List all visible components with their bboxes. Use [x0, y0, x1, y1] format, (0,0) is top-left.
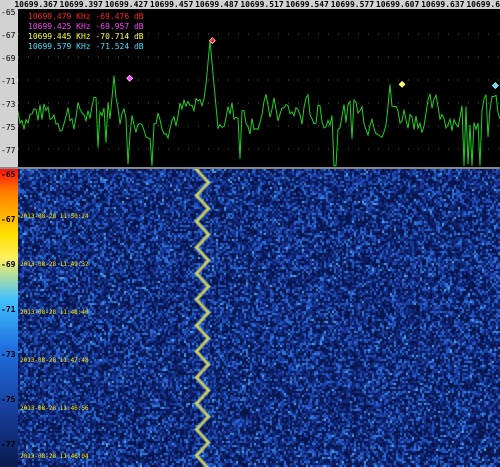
- waterfall-scale-tick: -71: [1, 305, 16, 314]
- waterfall-scale-tick: -73: [1, 350, 16, 359]
- spectrum-y-tick: -67: [1, 31, 16, 40]
- freq-tick-label: 10699.517: [240, 0, 284, 9]
- spectrum-y-tick: -69: [1, 54, 16, 63]
- marker-legend-row: 10699.425 KHz -69.957 dB: [28, 22, 144, 31]
- freq-tick-label: 10699.487: [195, 0, 239, 9]
- freq-tick-label: 10699.397: [59, 0, 103, 9]
- waterfall-scale-tick: -69: [1, 260, 16, 269]
- frequency-axis: 10699.367 10699.397 10699.427 10699.457 1069…: [0, 0, 500, 9]
- spectrum-y-tick: -65: [1, 8, 16, 17]
- spectrum-y-tick: -73: [1, 100, 16, 109]
- marker-legend: 10699.479 KHz -69.476 dB 10699.425 KHz -6…: [28, 12, 144, 52]
- waterfall-panel[interactable]: -65 -67 -69 -71 -73 -75 -77 2013-08-28 11:50:2…: [0, 169, 500, 467]
- freq-tick-label: 10699.667: [466, 0, 500, 9]
- freq-tick-label: 10699.457: [149, 0, 194, 9]
- spectrum-y-tick: -71: [1, 77, 16, 86]
- waterfall-canvas[interactable]: [18, 169, 500, 467]
- spectrum-panel[interactable]: -65 -67 -69 -71 -73 -75 -77 10699.479 KHz -69.…: [0, 9, 500, 167]
- peak-marker[interactable]: [126, 74, 134, 82]
- peak-marker[interactable]: [491, 82, 499, 89]
- freq-tick-label: 10699.367: [14, 0, 58, 9]
- waterfall-timestamp: 2013-08-28 11:46:56: [20, 405, 89, 412]
- waterfall-color-scale: -65 -67 -69 -71 -73 -75 -77: [0, 169, 18, 467]
- freq-tick-label: 10699.427: [104, 0, 149, 9]
- waterfall-scale-tick: -75: [1, 395, 16, 404]
- waterfall-timestamp: 2013-08-28 11:49:32: [20, 261, 89, 268]
- spectrum-y-axis: -65 -67 -69 -71 -73 -75 -77: [0, 9, 18, 167]
- waterfall-scale-tick: -67: [1, 215, 16, 224]
- freq-tick-label: 10699.637: [421, 0, 465, 9]
- waterfall-scale-tick: -65: [1, 170, 16, 179]
- freq-tick-label: 10699.607: [375, 0, 420, 9]
- marker-legend-row: 10699.579 KHz -71.524 dB: [28, 42, 144, 51]
- waterfall-timestamp: 2013-08-28 11:48:40: [20, 309, 89, 316]
- spectrum-y-tick: -75: [1, 123, 16, 132]
- freq-tick-label: 10699.547: [285, 0, 329, 9]
- marker-legend-row: 10699.445 KHz -70.714 dB: [28, 32, 144, 41]
- marker-legend-row: 10699.479 KHz -69.476 dB: [28, 12, 144, 21]
- waterfall-scale-tick: -77: [1, 440, 16, 449]
- peak-marker[interactable]: [398, 80, 406, 88]
- waterfall-timestamp: 2013-08-28 11:47:48: [20, 357, 89, 364]
- waterfall-timestamp: 2013-08-28 11:50:24: [20, 213, 89, 220]
- spectrum-y-tick: -77: [1, 146, 16, 155]
- freq-tick-label: 10699.577: [330, 0, 375, 9]
- waterfall-timestamp: 2013-08-28 11:46:04: [20, 453, 89, 460]
